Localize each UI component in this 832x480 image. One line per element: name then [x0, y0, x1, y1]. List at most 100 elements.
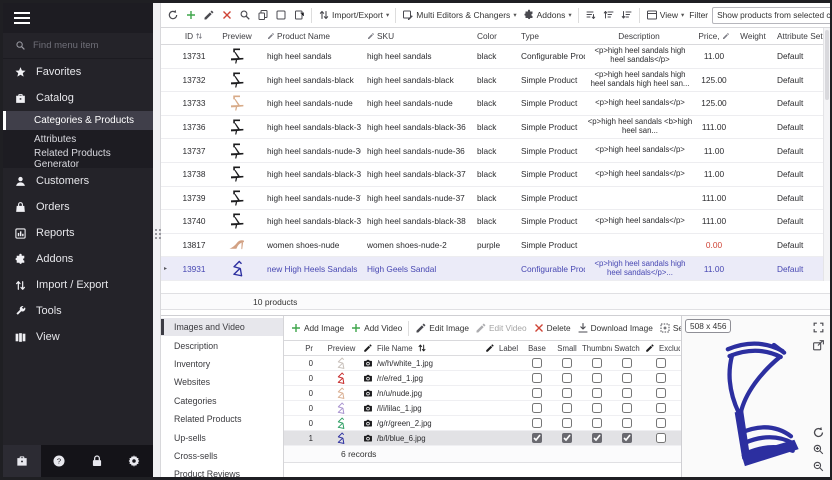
sidebar-item-attributes[interactable]: Attributes	[3, 130, 153, 149]
column-header-description[interactable]: Description	[585, 31, 693, 41]
sort-ascending-button[interactable]	[600, 7, 618, 23]
thumbnail-checkbox[interactable]	[592, 388, 602, 398]
column-header-weight[interactable]: Weight	[735, 31, 771, 41]
copy-button[interactable]	[254, 7, 272, 23]
thumbnail-checkbox[interactable]	[592, 373, 602, 383]
sidebar-item-import-export[interactable]: Import / Export	[3, 272, 153, 298]
add-video-button[interactable]: Add Video	[347, 320, 405, 336]
detail-tab[interactable]: Images and Video	[161, 318, 283, 336]
footer-toolbox-button[interactable]	[3, 445, 41, 477]
small-checkbox[interactable]	[562, 433, 572, 443]
menu-search-input[interactable]	[33, 40, 133, 51]
thumbnail-checkbox[interactable]	[592, 403, 602, 413]
table-row[interactable]: 13733 high heel sandals-nude high heel s…	[161, 92, 823, 116]
sidebar-item-tools[interactable]: Tools	[3, 298, 153, 324]
thumbnail-checkbox[interactable]	[592, 358, 602, 368]
column-header-label[interactable]: Label	[482, 343, 522, 353]
small-checkbox[interactable]	[562, 358, 572, 368]
detail-tab[interactable]: Related Products	[161, 410, 283, 428]
thumbnail-checkbox[interactable]	[592, 433, 602, 443]
sidebar-item-related-products-generator[interactable]: Related Products Generator	[3, 149, 153, 168]
base-checkbox[interactable]	[532, 433, 542, 443]
table-row[interactable]: 13731 high heel sandals high heel sandal…	[161, 45, 823, 69]
delete-image-button[interactable]: Delete	[530, 320, 574, 336]
edit-product-button[interactable]	[200, 7, 218, 23]
column-header-product-name[interactable]: Product Name	[261, 31, 361, 41]
column-header-preview[interactable]: Preview	[320, 344, 360, 353]
swatch-checkbox[interactable]	[622, 388, 632, 398]
table-row[interactable]: 0 /w/h/white_1.jpg	[284, 356, 681, 371]
column-header-sku[interactable]: SKU	[361, 31, 471, 41]
table-row[interactable]: 13732 high heel sandals-black high heel …	[161, 69, 823, 93]
column-header-id[interactable]: ID	[175, 31, 213, 41]
small-checkbox[interactable]	[562, 373, 572, 383]
column-header-type[interactable]: Type	[515, 31, 585, 41]
detail-tab[interactable]: Description	[161, 336, 283, 354]
rotate-icon[interactable]	[812, 426, 825, 439]
sidebar-item-categories-products[interactable]: Categories & Products	[3, 111, 153, 130]
fullscreen-icon[interactable]	[812, 321, 825, 334]
zoom-out-icon[interactable]	[812, 460, 825, 473]
multi-editors-dropdown[interactable]: Multi Editors & Changers▾	[399, 7, 519, 23]
small-checkbox[interactable]	[562, 388, 572, 398]
column-header-file-name[interactable]: File Name	[360, 343, 482, 353]
exclude-checkbox[interactable]	[656, 373, 666, 383]
base-checkbox[interactable]	[532, 373, 542, 383]
open-external-icon[interactable]	[812, 339, 825, 352]
zoom-in-icon[interactable]	[812, 443, 825, 456]
small-checkbox[interactable]	[562, 403, 572, 413]
swatch-checkbox[interactable]	[622, 373, 632, 383]
column-header-thumbnail[interactable]: Thumbna	[582, 344, 612, 353]
column-header-exclude[interactable]: Exclude	[642, 343, 680, 353]
table-row[interactable]: 13736 high heel sandals-black-36 high he…	[161, 116, 823, 140]
column-header-attribute-set[interactable]: Attribute Set Name	[771, 31, 823, 41]
detail-tab[interactable]: Cross-sells	[161, 447, 283, 465]
swatch-checkbox[interactable]	[622, 358, 632, 368]
detail-tab[interactable]: Categories	[161, 392, 283, 410]
table-row[interactable]: 13737 high heel sandals-nude-36 high hee…	[161, 139, 823, 163]
sort-az-button[interactable]	[582, 7, 600, 23]
small-checkbox[interactable]	[562, 418, 572, 428]
checkbox-mode-button[interactable]	[272, 7, 290, 23]
footer-lock-button[interactable]	[78, 445, 116, 477]
import-export-dropdown[interactable]: Import/Export▾	[315, 7, 392, 23]
download-image-button[interactable]: Download Image	[574, 320, 656, 336]
detail-tab[interactable]: Websites	[161, 373, 283, 391]
column-header-position[interactable]: Pr	[294, 344, 320, 353]
table-row[interactable]: 13740 high heel sandals-black-38 high he…	[161, 210, 823, 234]
hamburger-menu-icon[interactable]	[14, 12, 30, 24]
column-header-swatch[interactable]: Swatch	[612, 344, 642, 353]
column-header-small[interactable]: Small	[552, 344, 582, 353]
sort-descending-button[interactable]	[618, 7, 636, 23]
refresh-button[interactable]	[164, 7, 182, 23]
add-product-button[interactable]	[182, 7, 200, 23]
add-image-button[interactable]: Add Image	[287, 320, 347, 336]
table-row[interactable]: 0 /n/u/nude.jpg	[284, 386, 681, 401]
swatch-checkbox[interactable]	[622, 433, 632, 443]
sidebar-item-addons[interactable]: Addons	[3, 246, 153, 272]
footer-settings-button[interactable]	[116, 445, 154, 477]
footer-help-button[interactable]	[41, 445, 79, 477]
view-dropdown[interactable]: View▾	[643, 7, 688, 23]
sidebar-item-catalog[interactable]: Catalog	[3, 85, 153, 111]
base-checkbox[interactable]	[532, 358, 542, 368]
base-checkbox[interactable]	[532, 388, 542, 398]
sidebar-item-orders[interactable]: Orders	[3, 194, 153, 220]
column-header-price[interactable]: Price,	[693, 31, 735, 41]
panel-splitter[interactable]	[153, 3, 161, 477]
swatch-checkbox[interactable]	[622, 403, 632, 413]
swatch-checkbox[interactable]	[622, 418, 632, 428]
exclude-checkbox[interactable]	[656, 418, 666, 428]
column-header-color[interactable]: Color	[471, 31, 515, 41]
exclude-checkbox[interactable]	[656, 388, 666, 398]
edit-image-button[interactable]: Edit Image	[412, 320, 472, 336]
table-row[interactable]: 0 /l/i/lilac_1.jpg	[284, 401, 681, 416]
column-header-preview[interactable]: Preview	[213, 31, 261, 41]
table-row[interactable]: ▸ 13931 new High Heels Sandals High Geel…	[161, 257, 823, 281]
base-checkbox[interactable]	[532, 418, 542, 428]
table-row[interactable]: 0 /g/r/green_2.jpg	[284, 416, 681, 431]
sidebar-item-favorites[interactable]: Favorites	[3, 59, 153, 85]
filter-select[interactable]: Show products from selected categories ▾	[712, 7, 830, 24]
paste-button[interactable]	[290, 7, 308, 23]
sidebar-item-customers[interactable]: Customers	[3, 168, 153, 194]
